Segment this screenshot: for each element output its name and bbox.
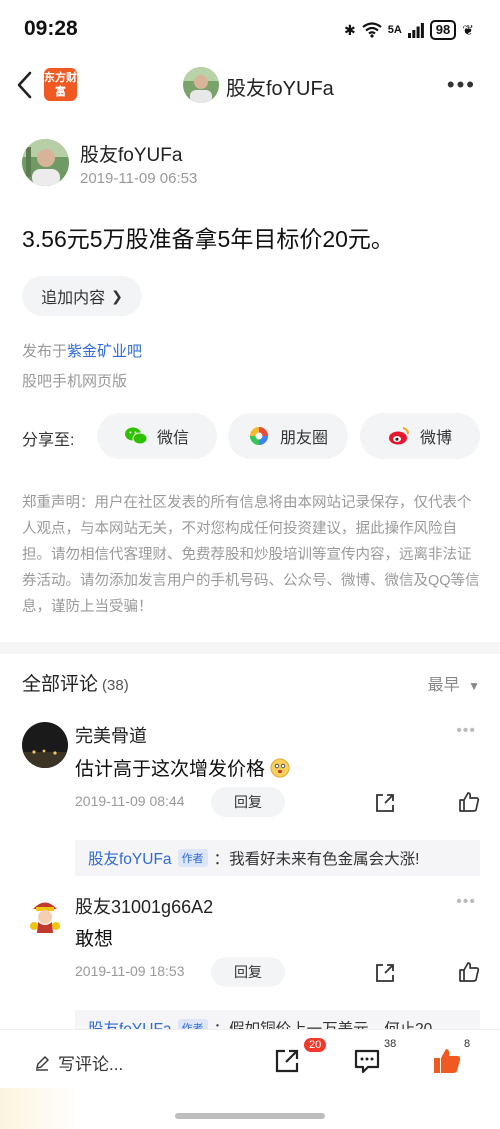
comments-count: (38) [102,677,129,694]
back-arrow-icon[interactable] [12,68,40,102]
signal-label: 5A [387,24,402,36]
status-bar: 09:28 ✱ 5A 98 ❦ [0,0,500,60]
sub-reply-text: ：我看好未来有色金属会大涨! [213,851,420,868]
moments-icon [248,425,270,447]
share-moments-label: 朋友圈 [279,430,328,447]
disclaimer-text: 郑重声明：用户在社区发表的所有信息将由本网站记录保存，仅代表个人观点，与本网站无… [22,495,480,615]
comment-more-icon[interactable]: ••• [456,722,476,740]
share-wechat-label: 微信 [156,430,189,447]
like-count: 8 [464,1038,471,1050]
sort-label: 最早 [427,677,460,694]
section-divider [0,642,500,654]
author-name[interactable]: 股友foYUFa [80,140,182,167]
comment-avatar[interactable] [22,893,68,939]
comment-time: 2019-11-09 18:53 [75,963,185,979]
comment-author[interactable]: 完美骨道 [75,722,147,748]
battery-indicator: 98 [429,20,457,40]
comment-text: 估计高于这次增发价格 [75,754,290,781]
comments-heading: 全部评论 (38) [22,669,129,696]
wifi-icon [362,22,382,38]
bottom-action-bar: 写评论... 20 38 8 [0,1030,500,1129]
pencil-icon [36,1055,49,1071]
comments-title: 全部评论 [22,674,99,695]
nav-bar: 东方财富 股友foYUFa ••• [0,60,500,110]
share-weibo-button[interactable]: 微博 [360,413,480,459]
share-moments-button[interactable]: 朋友圈 [228,413,348,459]
gesture-fade [0,1088,80,1129]
write-comment-label: 写评论... [58,1055,124,1074]
add-content-button[interactable]: 追加内容 ❯ [22,276,142,316]
reply-button[interactable]: 回复 [211,787,285,817]
share-label: 分享至: [22,432,75,449]
post-time: 2019-11-09 06:53 [80,170,198,187]
status-icons: ✱ 5A 98 ❦ [344,20,474,40]
sub-reply[interactable]: 股友foYUFa 作者 ：我看好未来有色金属会大涨! [75,840,480,876]
bluetooth-icon: ✱ [344,21,356,38]
triangle-down-icon: ▼ [468,679,480,693]
emoji-smile-icon [270,758,290,778]
leaf-icon: ❦ [462,21,474,38]
comment-text: 敢想 [75,929,114,950]
more-options-icon[interactable]: ••• [447,72,476,98]
post-source: 发布于紫金矿业吧 [22,340,142,361]
share-count-badge: 20 [304,1038,327,1052]
comment-icon[interactable] [352,1046,382,1076]
source-forum-link[interactable]: 紫金矿业吧 [67,343,142,360]
nav-title[interactable]: 股友foYUFa [226,72,334,101]
share-icon[interactable] [373,961,397,985]
share-weibo-label: 微博 [419,430,452,447]
thumbs-up-icon[interactable] [457,960,481,984]
comment-more-icon[interactable]: ••• [456,893,476,911]
write-comment-button[interactable]: 写评论... [34,1050,123,1075]
wechat-icon [124,425,147,447]
weibo-icon [388,425,410,447]
share-wechat-button[interactable]: 微信 [97,413,217,459]
post-title: 3.56元5万股准备拿5年目标价20元。 [22,226,394,252]
share-icon[interactable] [272,1046,302,1076]
status-time: 09:28 [24,17,78,40]
post-via: 股吧手机网页版 [22,373,128,390]
comment-count: 38 [384,1038,397,1050]
sub-reply-author[interactable]: 股友foYUFa [88,847,172,869]
share-icon[interactable] [373,791,397,815]
nav-avatar[interactable] [183,67,219,103]
comment-time: 2019-11-09 08:44 [75,793,185,809]
chevron-right-icon: ❯ [111,287,123,304]
app-logo[interactable]: 东方财富 [44,68,77,101]
home-indicator[interactable] [175,1113,325,1119]
thumbs-up-filled-icon[interactable] [432,1046,462,1076]
author-avatar[interactable] [22,139,69,186]
sort-dropdown[interactable]: 最早 ▼ [428,671,480,695]
comment-author[interactable]: 股友31001g66A2 [75,893,213,919]
signal-icon [407,22,424,38]
comment-avatar[interactable] [22,722,68,768]
add-content-label: 追加内容 [41,290,106,307]
comment-text-content: 估计高于这次增发价格 [75,759,266,780]
thumbs-up-icon[interactable] [457,790,481,814]
author-badge: 作者 [177,849,208,867]
source-prefix: 发布于 [22,343,68,360]
reply-button[interactable]: 回复 [211,957,285,987]
